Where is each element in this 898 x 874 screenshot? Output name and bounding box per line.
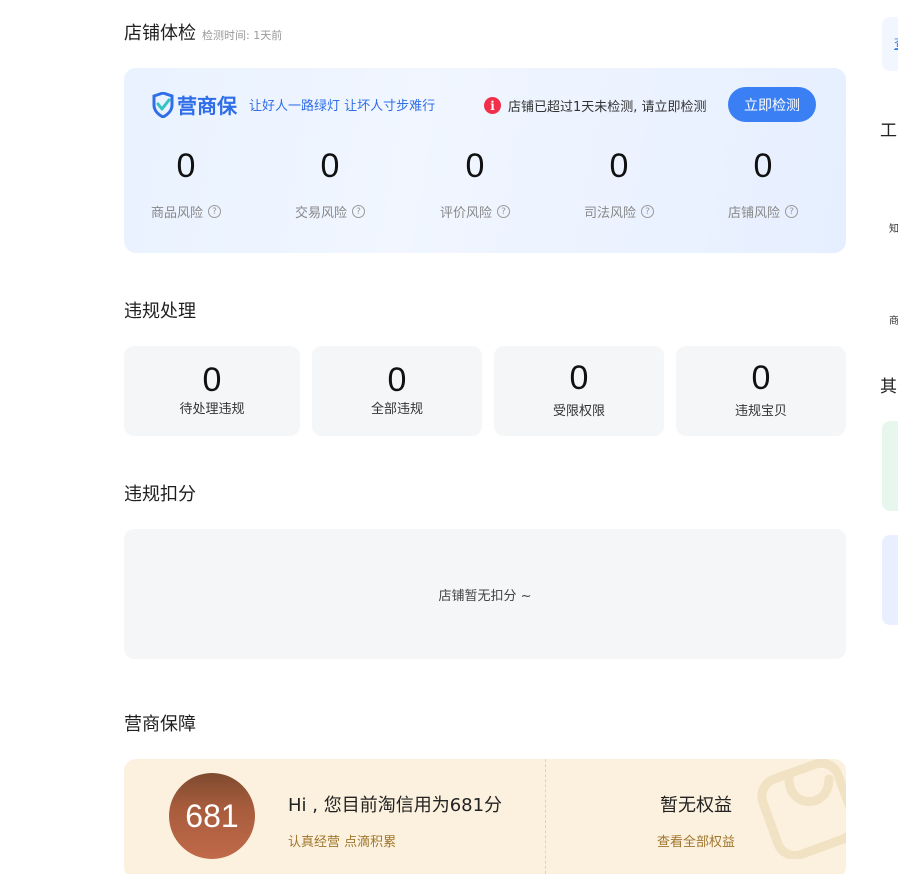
help-icon[interactable]: ? (497, 205, 510, 218)
risk-value: 0 (753, 147, 773, 185)
violation-section-title: 违规处理 (124, 301, 196, 322)
violation-label: 待处理违规 (179, 402, 245, 417)
violation-label: 违规宝贝 (734, 404, 787, 419)
check-warning: i 店铺已超过1天未检测, 请立即检测 (484, 96, 707, 115)
tools-heading: 工 (880, 121, 897, 141)
credit-greeting: Hi , 您目前淘信用为681分 (288, 795, 503, 816)
tool-item-1[interactable]: 知 (889, 220, 898, 235)
right-blue-card[interactable] (882, 535, 898, 625)
check-now-button[interactable]: 立即检测 (728, 87, 816, 122)
health-title: 店铺体检 (124, 23, 196, 44)
right-green-card[interactable] (882, 421, 898, 511)
risk-label: 商品风险? (151, 202, 221, 221)
health-section-title: 店铺体检 检测时间: 1天前 (124, 19, 282, 45)
deduction-empty-box: 店铺暂无扣分 ~ (124, 529, 846, 659)
help-icon[interactable]: ? (208, 205, 221, 218)
guarantee-card: 681 Hi , 您目前淘信用为681分 认真经营 点滴积累 暂无权益 查看全部… (124, 759, 846, 874)
credit-score-badge: 681 (169, 773, 255, 859)
guarantee-section-title: 营商保障 (124, 714, 196, 735)
violation-value: 0 (569, 359, 589, 397)
risk-label-text: 交易风险 (294, 206, 347, 221)
other-heading: 其 (880, 377, 897, 397)
violation-value: 0 (202, 361, 222, 399)
violation-value: 0 (751, 359, 771, 397)
tool-item-2[interactable]: 商 (889, 312, 898, 327)
shield-check-icon (152, 91, 174, 118)
risk-label: 店铺风险? (728, 202, 798, 221)
risk-label-text: 商品风险 (150, 206, 203, 221)
help-icon[interactable]: ? (785, 205, 798, 218)
risk-item-trade[interactable]: 0 交易风险? (270, 146, 390, 222)
right-top-card[interactable]: 查 (882, 17, 898, 71)
violation-items-card[interactable]: 0 违规宝贝 (676, 346, 846, 436)
no-benefit-text: 暂无权益 (660, 795, 732, 816)
health-card: 营商保 让好人一路绿灯 让坏人寸步难行 i 店铺已超过1天未检测, 请立即检测 … (124, 68, 846, 253)
risk-label: 司法风险? (584, 202, 654, 221)
risk-value: 0 (609, 147, 629, 185)
risk-item-store[interactable]: 0 店铺风险? (703, 146, 823, 222)
deduction-empty-text: 店铺暂无扣分 ~ (438, 588, 532, 604)
help-icon[interactable]: ? (352, 205, 365, 218)
violation-label: 受限权限 (552, 404, 605, 419)
risk-value: 0 (176, 147, 196, 185)
violation-restricted-card[interactable]: 0 受限权限 (494, 346, 664, 436)
risk-value: 0 (465, 147, 485, 185)
violation-pending-card[interactable]: 0 待处理违规 (124, 346, 300, 436)
view-all-benefits-link[interactable]: 查看全部权益 (546, 831, 846, 850)
risk-item-review[interactable]: 0 评价风险? (415, 146, 535, 222)
risk-label-text: 评价风险 (439, 206, 492, 221)
risk-label-text: 司法风险 (583, 206, 636, 221)
risk-label-text: 店铺风险 (727, 206, 780, 221)
info-alert-icon: i (484, 97, 501, 114)
warning-text: 店铺已超过1天未检测, 请立即检测 (508, 100, 707, 115)
risk-item-judicial[interactable]: 0 司法风险? (559, 146, 679, 222)
violation-value: 0 (387, 361, 407, 399)
risk-label: 评价风险? (440, 202, 510, 221)
violation-label: 全部违规 (370, 402, 423, 417)
risk-label: 交易风险? (295, 202, 365, 221)
brand: 营商保 让好人一路绿灯 让坏人寸步难行 (152, 90, 435, 119)
deduction-section-title: 违规扣分 (124, 484, 196, 505)
help-icon[interactable]: ? (641, 205, 654, 218)
credit-motto: 认真经营 点滴积累 (288, 835, 397, 850)
risk-item-product[interactable]: 0 商品风险? (126, 146, 246, 222)
right-top-link[interactable]: 查 (894, 33, 898, 52)
brand-slogan: 让好人一路绿灯 让坏人寸步难行 (249, 99, 436, 114)
check-time: 检测时间: 1天前 (202, 29, 283, 42)
violation-all-card[interactable]: 0 全部违规 (312, 346, 482, 436)
risk-value: 0 (320, 147, 340, 185)
right-panel: 查 工 知 商 其 (880, 0, 898, 874)
brand-name: 营商保 (177, 94, 237, 118)
